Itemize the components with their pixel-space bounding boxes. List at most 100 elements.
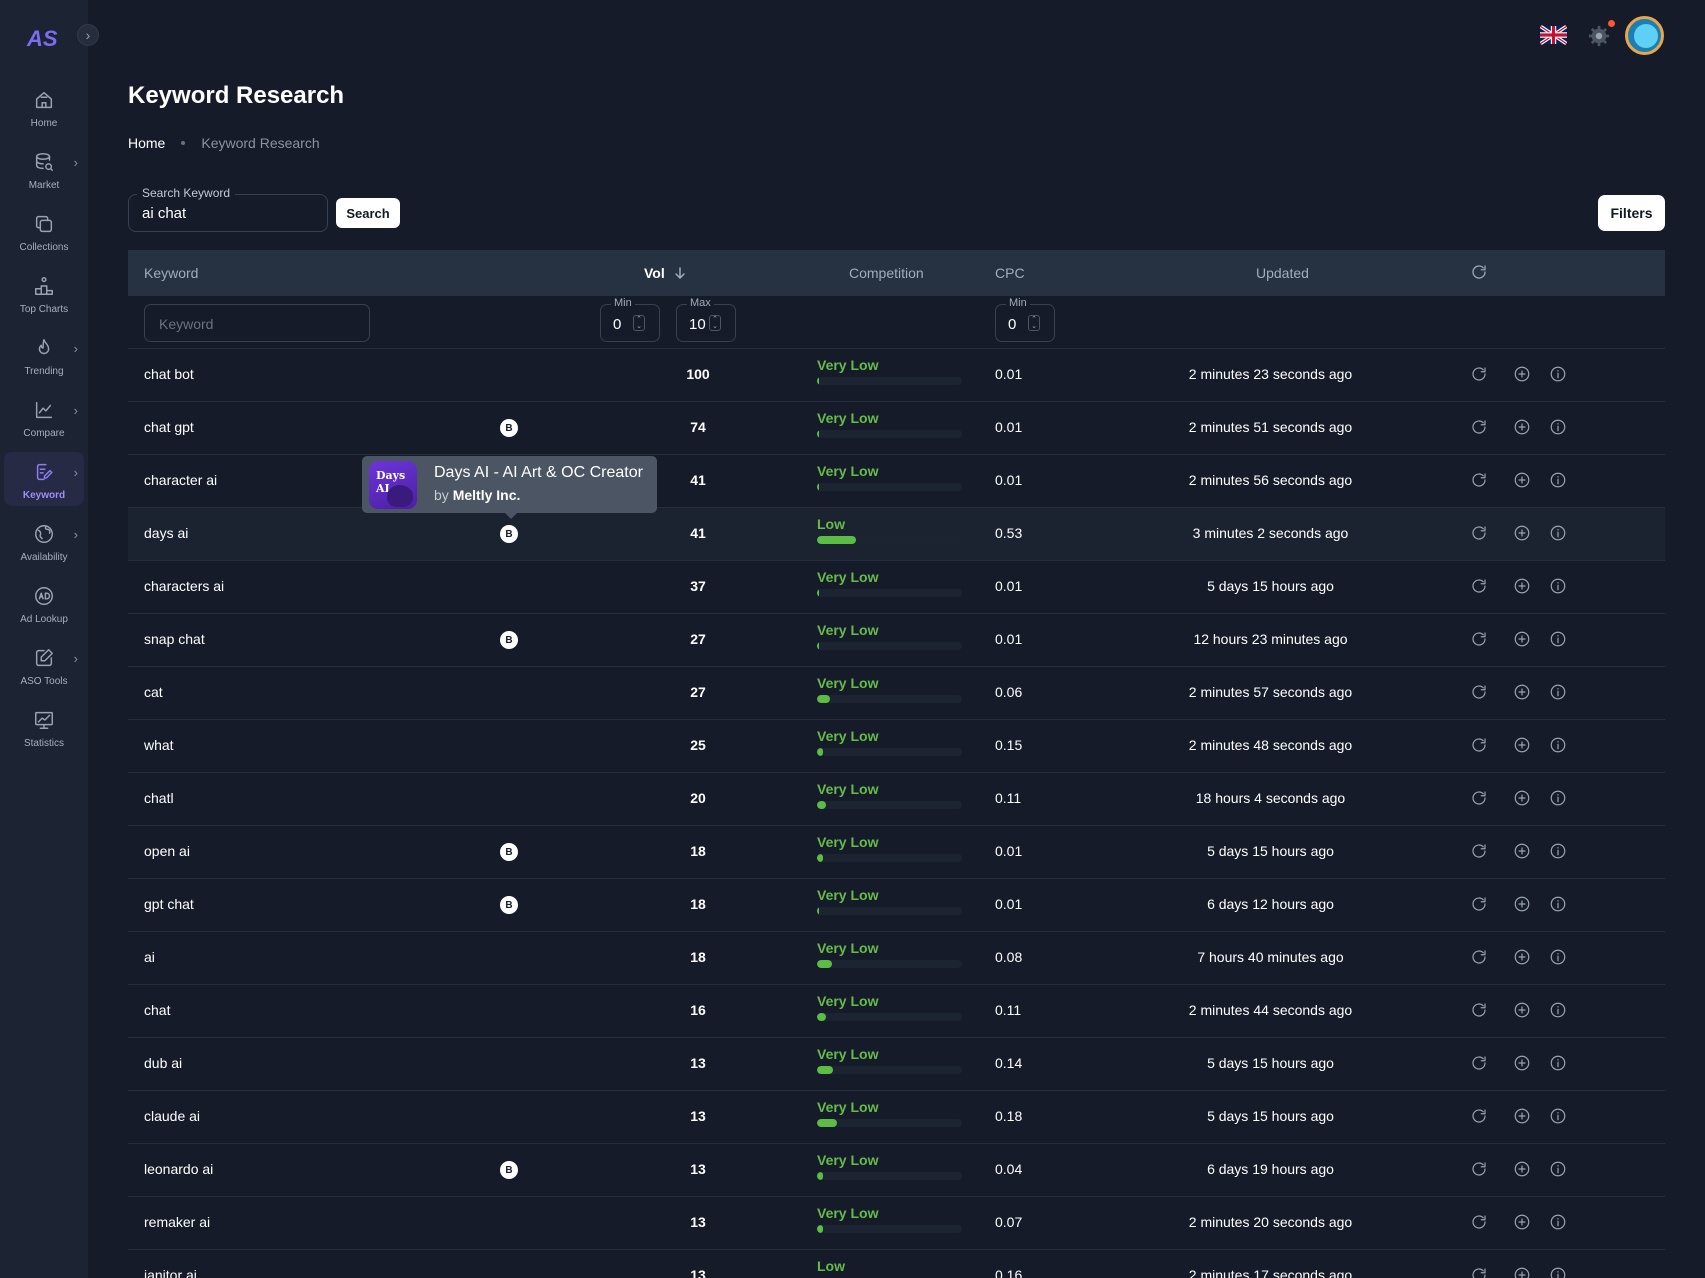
info-icon[interactable]	[1549, 1107, 1569, 1127]
add-circle-icon[interactable]	[1513, 524, 1533, 544]
keyword-filter-field[interactable]	[144, 304, 370, 342]
search-keyword-input[interactable]	[142, 205, 312, 222]
sidebar-item-collections[interactable]: Collections	[4, 204, 84, 258]
add-circle-icon[interactable]	[1513, 683, 1533, 703]
chevron-right-icon[interactable]: ›	[74, 465, 78, 480]
keyword-filter-input[interactable]	[159, 316, 349, 332]
chevron-right-icon[interactable]: ›	[74, 651, 78, 666]
vol-min-stepper-icon[interactable]: ⌃ ⌄	[633, 315, 645, 331]
brand-badge-icon[interactable]: B	[500, 843, 518, 861]
refresh-icon[interactable]	[1470, 524, 1490, 544]
keyword-cell[interactable]: chat bot	[144, 366, 194, 382]
info-icon[interactable]	[1549, 948, 1569, 968]
sidebar-item-ad-lookup[interactable]: Ad Lookup	[4, 576, 84, 630]
refresh-icon[interactable]	[1470, 895, 1490, 915]
search-button[interactable]: Search	[336, 198, 400, 228]
table-row[interactable]: remaker ai 13 Very Low 0.07 2 minutes 20 sec…	[128, 1197, 1665, 1250]
refresh-icon[interactable]	[1470, 577, 1490, 597]
refresh-icon[interactable]	[1470, 418, 1490, 438]
add-circle-icon[interactable]	[1513, 1054, 1533, 1074]
sidebar-item-home[interactable]: Home	[4, 80, 84, 134]
refresh-icon[interactable]	[1470, 365, 1490, 385]
search-keyword-field[interactable]: Search Keyword	[128, 186, 328, 232]
chevron-right-icon[interactable]: ›	[74, 403, 78, 418]
sidebar-item-statistics[interactable]: Statistics	[4, 700, 84, 754]
table-row[interactable]: chat 16 Very Low 0.11 2 minutes 44 seconds a…	[128, 985, 1665, 1038]
info-icon[interactable]	[1549, 577, 1569, 597]
add-circle-icon[interactable]	[1513, 842, 1533, 862]
table-row[interactable]: claude ai 13 Very Low 0.18 5 days 15 hours a…	[128, 1091, 1665, 1144]
app-logo[interactable]: AS	[25, 24, 65, 54]
info-icon[interactable]	[1549, 1213, 1569, 1233]
keyword-cell[interactable]: dub ai	[144, 1055, 182, 1071]
keyword-cell[interactable]: remaker ai	[144, 1214, 210, 1230]
add-circle-icon[interactable]	[1513, 736, 1533, 756]
column-header-cpc[interactable]: CPC	[995, 265, 1025, 281]
keyword-cell[interactable]: chat gpt	[144, 419, 194, 435]
brand-badge-icon[interactable]: B	[500, 896, 518, 914]
add-circle-icon[interactable]	[1513, 630, 1533, 650]
info-icon[interactable]	[1549, 789, 1569, 809]
info-icon[interactable]	[1549, 1160, 1569, 1180]
add-circle-icon[interactable]	[1513, 789, 1533, 809]
sidebar-toggle-button[interactable]: ›	[77, 24, 99, 46]
vol-max-filter[interactable]: Max 10 ⌃ ⌄	[676, 297, 736, 342]
table-row[interactable]: dub ai 13 Very Low 0.14 5 days 15 hours ago	[128, 1038, 1665, 1091]
keyword-cell[interactable]: what	[144, 737, 174, 753]
sidebar-item-aso-tools[interactable]: ASO Tools ›	[4, 638, 84, 692]
cpc-min-filter[interactable]: Min 0 ⌃ ⌄	[995, 297, 1055, 342]
keyword-cell[interactable]: snap chat	[144, 631, 205, 647]
table-row[interactable]: gpt chat B 18 Very Low 0.01 6 days 12 hours a…	[128, 879, 1665, 932]
refresh-icon[interactable]	[1470, 1213, 1490, 1233]
table-row[interactable]: characters ai 37 Very Low 0.01 5 days 15 hou…	[128, 561, 1665, 614]
filters-button[interactable]: Filters	[1598, 195, 1665, 231]
keyword-cell[interactable]: janitor ai	[144, 1267, 197, 1278]
info-icon[interactable]	[1549, 1001, 1569, 1021]
vol-max-stepper-icon[interactable]: ⌃ ⌄	[709, 315, 721, 331]
table-row[interactable]: snap chat B 27 Very Low 0.01 12 hours 23 minu…	[128, 614, 1665, 667]
column-header-competition[interactable]: Competition	[849, 265, 924, 281]
sidebar-item-top-charts[interactable]: Top Charts	[4, 266, 84, 320]
refresh-icon[interactable]	[1470, 842, 1490, 862]
add-circle-icon[interactable]	[1513, 1160, 1533, 1180]
table-row[interactable]: janitor ai 13 Low 0.16 2 minutes 17 seconds …	[128, 1250, 1665, 1278]
chevron-right-icon[interactable]: ›	[74, 341, 78, 356]
brand-badge-icon[interactable]: B	[500, 631, 518, 649]
breadcrumb-home-link[interactable]: Home	[128, 135, 165, 151]
refresh-all-icon[interactable]	[1470, 263, 1490, 283]
keyword-cell[interactable]: gpt chat	[144, 896, 194, 912]
user-avatar[interactable]	[1625, 16, 1664, 55]
add-circle-icon[interactable]	[1513, 1266, 1533, 1278]
chevron-right-icon[interactable]: ›	[74, 527, 78, 542]
refresh-icon[interactable]	[1470, 1160, 1490, 1180]
refresh-icon[interactable]	[1470, 1266, 1490, 1278]
table-row[interactable]: chat bot 100 Very Low 0.01 2 minutes 23 seco…	[128, 349, 1665, 402]
chevron-right-icon[interactable]: ›	[74, 155, 78, 170]
keyword-cell[interactable]: cat	[144, 684, 163, 700]
keyword-cell[interactable]: days ai	[144, 525, 188, 541]
keyword-cell[interactable]: characters ai	[144, 578, 224, 594]
keyword-cell[interactable]: leonardo ai	[144, 1161, 213, 1177]
keyword-cell[interactable]: claude ai	[144, 1108, 200, 1124]
brand-badge-icon[interactable]: B	[500, 1161, 518, 1179]
refresh-icon[interactable]	[1470, 736, 1490, 756]
keyword-cell[interactable]: chatl	[144, 790, 174, 806]
refresh-icon[interactable]	[1470, 948, 1490, 968]
info-icon[interactable]	[1549, 418, 1569, 438]
refresh-icon[interactable]	[1470, 1107, 1490, 1127]
keyword-cell[interactable]: open ai	[144, 843, 190, 859]
table-row[interactable]: character ai 41 Very Low 0.01 2 minutes 56 s…	[128, 455, 1665, 508]
info-icon[interactable]	[1549, 365, 1569, 385]
settings-gear-icon[interactable]	[1588, 25, 1610, 47]
column-header-keyword[interactable]: Keyword	[144, 265, 198, 281]
info-icon[interactable]	[1549, 524, 1569, 544]
table-row[interactable]: cat 27 Very Low 0.06 2 minutes 57 seconds ag…	[128, 667, 1665, 720]
info-icon[interactable]	[1549, 895, 1569, 915]
uk-flag-icon[interactable]	[1540, 25, 1567, 45]
table-row[interactable]: days ai B 41 Low 0.53 3 minutes 2 seconds ago	[128, 508, 1665, 561]
keyword-cell[interactable]: ai	[144, 949, 155, 965]
info-icon[interactable]	[1549, 842, 1569, 862]
table-row[interactable]: leonardo ai B 13 Very Low 0.04 6 days 19 hour…	[128, 1144, 1665, 1197]
sidebar-item-availability[interactable]: Availability ›	[4, 514, 84, 568]
column-header-updated[interactable]: Updated	[1256, 265, 1309, 281]
